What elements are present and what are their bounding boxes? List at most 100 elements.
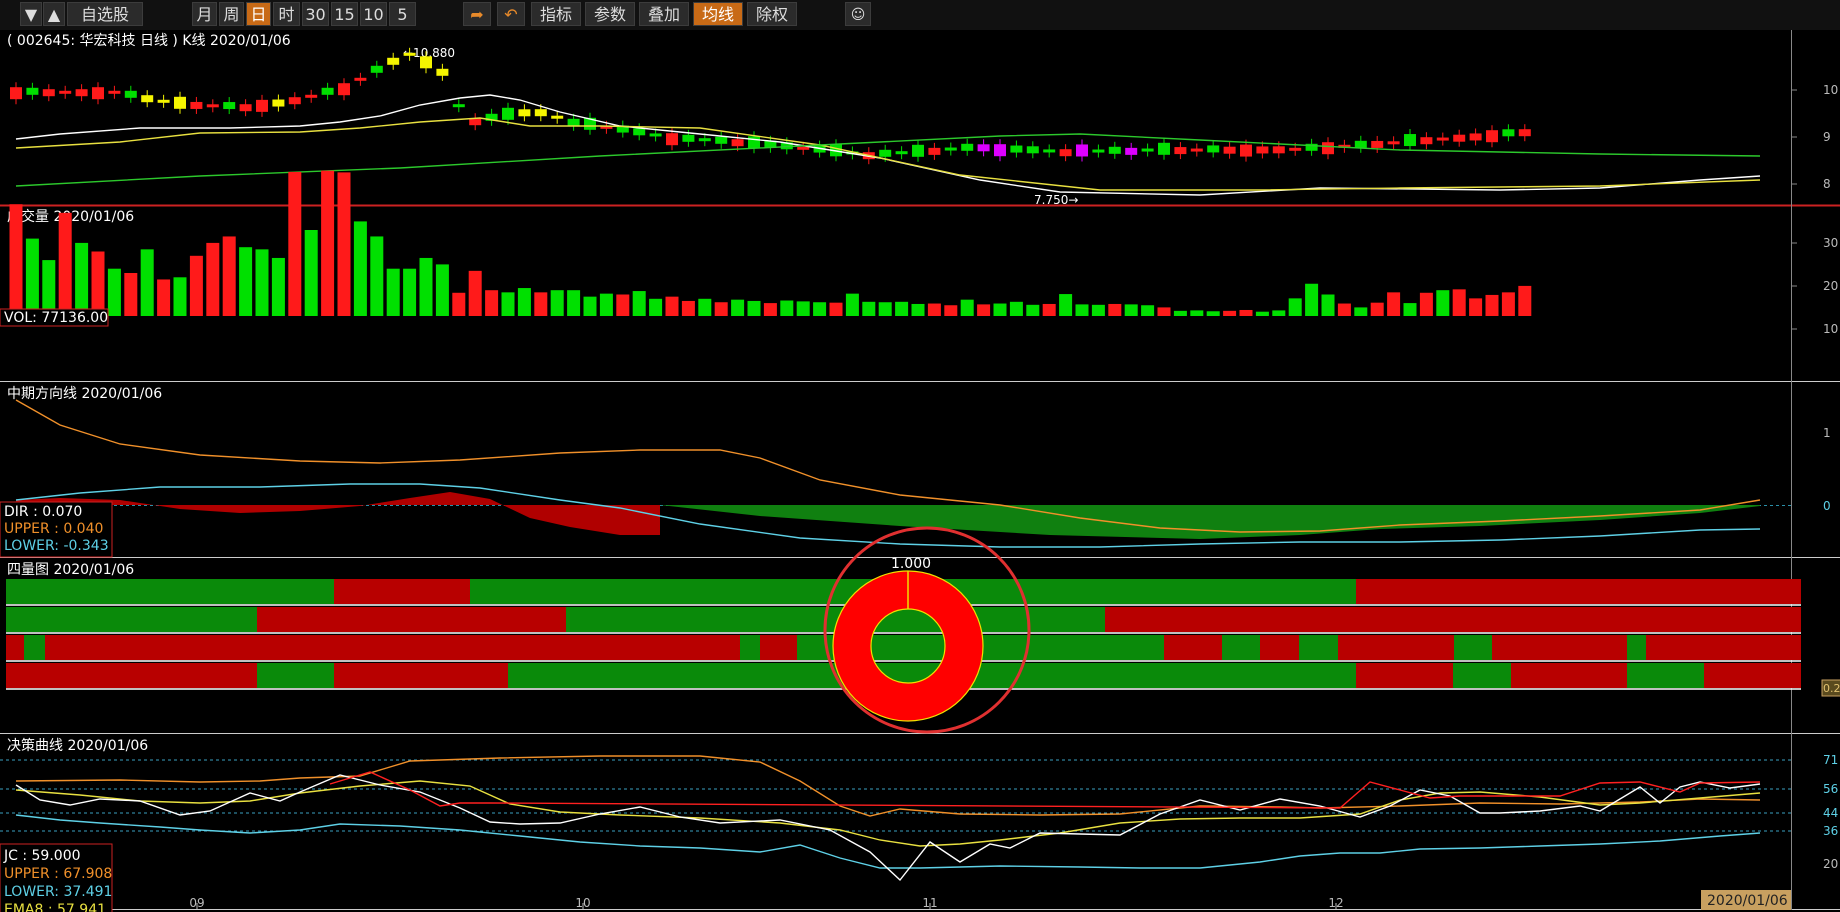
volume-bar <box>1419 292 1433 316</box>
volume-bar <box>632 291 646 316</box>
volume-bar <box>927 303 941 316</box>
direction-readout-line: DIR : 0.070 <box>4 504 82 520</box>
candle-body <box>1059 149 1072 157</box>
quad-title: 四量图 2020/01/06 <box>7 562 134 578</box>
candle-body <box>338 83 350 96</box>
candle-body <box>1518 129 1531 137</box>
volume-bar <box>222 236 236 316</box>
candle-body <box>223 102 236 110</box>
jc-y-tick: 44 <box>1823 806 1838 820</box>
volume-bar <box>1288 298 1302 316</box>
candle-body <box>1322 142 1334 155</box>
volume-bar <box>1239 309 1253 316</box>
indicator-button[interactable]: 指标 <box>531 2 581 26</box>
scroll-down-arrow-icon[interactable]: ▼ <box>20 2 42 26</box>
volume-bar <box>698 298 712 316</box>
volume-bar <box>829 302 843 316</box>
ex-right-button[interactable]: 除权 <box>747 2 797 26</box>
volume-bar <box>1075 304 1089 316</box>
volume-y-tick: 30 <box>1823 236 1838 250</box>
quad-segment <box>740 635 760 660</box>
volume-bar <box>1223 310 1237 316</box>
period-month-button[interactable]: 月 <box>192 2 217 26</box>
candle-body <box>190 101 203 109</box>
volume-bar <box>1042 303 1056 316</box>
x-axis-month-label: 09 <box>189 896 204 910</box>
candle-body <box>1174 147 1187 155</box>
period-hour-button[interactable]: 时 <box>273 2 300 26</box>
candle-body <box>370 65 383 73</box>
volume-bar <box>25 238 39 316</box>
period-day-button[interactable]: 日 <box>246 2 271 26</box>
volume-bar <box>452 292 466 316</box>
kline-y-tick: 10 <box>1823 83 1838 97</box>
candle-body <box>403 52 416 56</box>
user-avatar-icon[interactable]: ☺ <box>845 2 871 26</box>
jc-readout-line: LOWER: 37.491 <box>4 884 112 900</box>
scroll-up-arrow-icon[interactable]: ▲ <box>43 2 65 26</box>
direction-y-tick: 1 <box>1823 426 1831 440</box>
x-axis-month-label: 12 <box>1328 896 1343 910</box>
current-date-label: 2020/01/06 <box>1707 893 1788 909</box>
volume-bar <box>616 294 630 316</box>
volume-bar <box>75 242 89 316</box>
candle-body <box>633 128 646 136</box>
candle-body <box>1043 149 1056 153</box>
candle-body <box>26 87 39 95</box>
candle-body <box>518 109 531 117</box>
period-10min-button[interactable]: 10 <box>360 2 387 26</box>
params-button[interactable]: 参数 <box>585 2 635 26</box>
candle-body <box>1158 142 1170 155</box>
quad-segment <box>257 663 334 688</box>
volume-bar <box>1469 298 1483 316</box>
volume-bar <box>419 257 433 316</box>
candle-body <box>1354 140 1367 148</box>
period-week-button[interactable]: 周 <box>219 2 244 26</box>
quad-segment <box>1511 663 1627 688</box>
volume-bar <box>1403 303 1417 316</box>
volume-bar <box>911 303 925 316</box>
volume-bar <box>1452 289 1466 316</box>
x-axis-month-label: 11 <box>922 896 937 910</box>
candle-body <box>1240 144 1252 157</box>
candle-body <box>1125 147 1138 155</box>
volume-bar <box>862 301 876 316</box>
kline-title: ( 002645: 华宏科技 日线 ) K线 2020/01/06 <box>7 33 291 49</box>
candle-body <box>1289 147 1302 151</box>
donut-value-label: 1.000 <box>891 556 931 572</box>
quad-segment <box>1338 635 1454 660</box>
candle-body <box>272 99 285 107</box>
quad-segment <box>6 663 257 688</box>
volume-bar <box>239 247 253 316</box>
volume-bar <box>895 301 909 316</box>
quad-segment <box>1356 663 1453 688</box>
volume-bar <box>1305 283 1319 316</box>
forward-arrow-icon[interactable]: ➦ <box>463 2 491 26</box>
period-30min-button[interactable]: 30 <box>302 2 329 26</box>
candle-body <box>305 94 318 98</box>
volume-bar <box>1108 303 1122 316</box>
candle-body <box>1108 146 1121 154</box>
candle-body <box>567 118 580 126</box>
undo-arrow-icon[interactable]: ↶ <box>497 2 525 26</box>
period-5min-button[interactable]: 5 <box>389 2 416 26</box>
volume-bar <box>9 204 23 316</box>
quad-segment <box>257 607 566 632</box>
direction-readout-line: LOWER: -0.343 <box>4 538 109 554</box>
quad-segment <box>1492 635 1627 660</box>
volume-bar <box>763 303 777 316</box>
period-15min-button[interactable]: 15 <box>331 2 358 26</box>
overlay-button[interactable]: 叠加 <box>639 2 689 26</box>
watchlist-button[interactable]: 自选股 <box>67 2 143 26</box>
candle-body <box>698 138 711 142</box>
volume-bar <box>1255 311 1269 316</box>
candle-body <box>912 144 924 157</box>
chart-area: ( 002645: 华宏科技 日线 ) K线 2020/01/06 ←10.88… <box>0 30 1840 912</box>
candle-body <box>649 133 662 137</box>
direction-readout-line: UPPER : 0.040 <box>4 521 103 537</box>
volume-bar <box>140 249 154 316</box>
moving-average-button[interactable]: 均线 <box>693 2 743 26</box>
quad-segment <box>1453 663 1511 688</box>
volume-bar <box>813 302 827 316</box>
volume-bar <box>107 268 121 316</box>
